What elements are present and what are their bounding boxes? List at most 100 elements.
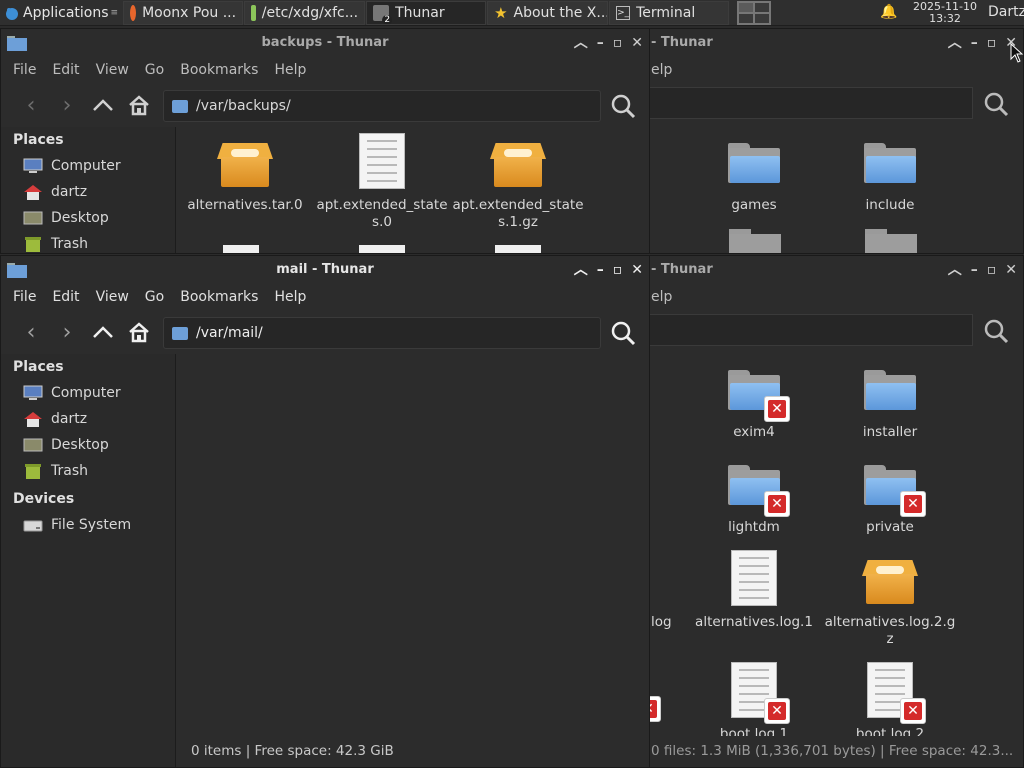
maximize-icon[interactable]: ▫ (987, 256, 997, 284)
titlebar[interactable]: backups - Thunar ︿ – ▫ ✕ (1, 29, 649, 57)
menu-help[interactable]: elp (651, 62, 672, 78)
search-icon[interactable] (609, 92, 637, 120)
menu-view[interactable]: View (96, 289, 129, 305)
file-view[interactable]: alternatives.tar.0 apt.extended_states.0… (177, 127, 649, 253)
maximize-icon[interactable]: ▫ (613, 29, 623, 57)
parent-folder-icon[interactable] (89, 318, 117, 346)
close-icon[interactable]: ✕ (631, 29, 643, 57)
search-icon[interactable] (609, 319, 637, 347)
file-item[interactable]: ✕ boot.log.1 (686, 662, 822, 743)
workspace-2[interactable] (754, 1, 771, 13)
forward-arrow-icon[interactable]: › (53, 318, 81, 346)
forward-arrow-icon[interactable]: › (53, 91, 81, 119)
menu-bookmarks[interactable]: Bookmarks (180, 289, 258, 305)
minimize-icon[interactable]: – (971, 29, 978, 57)
file-item[interactable]: alternatives.log.1 (686, 550, 822, 631)
file-item[interactable]: apt.extended_states.1.gz (450, 133, 586, 231)
file-view-empty[interactable] (177, 354, 649, 736)
menu-help[interactable]: elp (651, 289, 672, 305)
titlebar[interactable]: - Thunar ︿ – ▫ ✕ (649, 256, 1023, 284)
sidebar-item-home[interactable]: dartz (1, 406, 175, 432)
locked-icon: ✕ (900, 491, 926, 517)
minimize-chevron-icon[interactable]: ︿ (948, 256, 962, 284)
workspace-3[interactable] (738, 12, 755, 24)
sidebar-item-computer[interactable]: Computer (1, 380, 175, 406)
window-right-top[interactable]: - Thunar ︿ – ▫ ✕ elp games include (648, 28, 1024, 254)
workspace-switcher[interactable] (737, 0, 772, 25)
file-item[interactable]: apt.extended_states.0 (314, 133, 450, 231)
sidebar-item-desktop[interactable]: Desktop (1, 205, 175, 231)
minimize-icon[interactable]: – (971, 256, 978, 284)
sidebar-item-home[interactable]: dartz (1, 179, 175, 205)
menu-help[interactable]: Help (274, 289, 306, 305)
task-thunar[interactable]: 2 Thunar (366, 0, 487, 25)
file-item[interactable]: ✕ boot.log.2 (822, 662, 958, 743)
menu-bookmarks[interactable]: Bookmarks (180, 62, 258, 78)
minimize-icon[interactable]: – (597, 29, 604, 57)
back-arrow-icon[interactable]: ‹ (17, 91, 45, 119)
minimize-icon[interactable]: – (597, 256, 604, 284)
window-right-bottom[interactable]: - Thunar ︿ – ▫ ✕ elp ✕ exim4 installer ✕ li… (648, 255, 1024, 768)
locked-icon: ✕ (764, 491, 790, 517)
path-entry[interactable] (649, 87, 973, 119)
task-about[interactable]: ★ About the X... (487, 0, 609, 25)
sidebar-item-trash[interactable]: Trash (1, 231, 175, 253)
file-item[interactable]: ✕ lightdm (686, 455, 822, 536)
location-entry[interactable]: /var/mail/ (163, 317, 601, 349)
sidebar-item-desktop[interactable]: Desktop (1, 432, 175, 458)
task-firefox[interactable]: Moonx Pou ... (123, 0, 244, 25)
file-item[interactable]: include (822, 133, 958, 214)
minimize-chevron-icon[interactable]: ︿ (948, 29, 962, 57)
search-icon[interactable] (983, 318, 1009, 344)
sidebar-item-filesystem[interactable]: File System (1, 512, 175, 538)
applications-menu[interactable]: Applications ≡ (0, 0, 122, 26)
sidebar-item-label: Computer (51, 385, 121, 401)
menubar: File Edit View Go Bookmarks Help (1, 57, 649, 83)
close-icon[interactable]: ✕ (631, 256, 643, 284)
menu-go[interactable]: Go (145, 62, 164, 78)
workspace-4[interactable] (754, 12, 771, 24)
task-terminal[interactable]: >_ Terminal (609, 0, 730, 25)
notification-bell-icon[interactable]: 🔔 (880, 4, 897, 20)
file-item[interactable]: alternatives.log.2.gz (822, 550, 958, 648)
close-icon[interactable]: ✕ (1005, 256, 1017, 284)
window-mail[interactable]: mail - Thunar ︿ – ▫ ✕ File Edit View Go Boo… (0, 255, 650, 768)
menu-file[interactable]: File (13, 62, 36, 78)
maximize-icon[interactable]: ▫ (613, 256, 623, 284)
task-text-editor[interactable]: /etc/xdg/xfc... (244, 0, 366, 25)
computer-icon (23, 158, 43, 173)
home-icon[interactable] (125, 318, 153, 346)
home-folder-icon (24, 185, 42, 200)
window-title: - Thunar (651, 35, 713, 50)
window-backups[interactable]: backups - Thunar ︿ – ▫ ✕ File Edit View Go … (0, 28, 650, 254)
titlebar[interactable]: - Thunar ︿ – ▫ ✕ (649, 29, 1023, 57)
file-item[interactable]: installer (822, 360, 958, 441)
sidebar-item-computer[interactable]: Computer (1, 153, 175, 179)
location-entry[interactable]: /var/backups/ (163, 90, 601, 122)
menu-edit[interactable]: Edit (52, 289, 79, 305)
shade-icon[interactable]: ︿ (574, 29, 588, 57)
home-icon[interactable] (125, 91, 153, 119)
file-name[interactable]: log (651, 614, 672, 630)
maximize-icon[interactable]: ▫ (987, 29, 997, 57)
file-item[interactable]: games (686, 133, 822, 214)
menu-file[interactable]: File (13, 289, 36, 305)
menu-go[interactable]: Go (145, 289, 164, 305)
workspace-1[interactable] (738, 1, 755, 13)
back-arrow-icon[interactable]: ‹ (17, 318, 45, 346)
clock[interactable]: 2025-11-10 13:32 (906, 0, 984, 25)
path-entry[interactable] (649, 314, 973, 346)
file-item[interactable]: ✕ private (822, 455, 958, 536)
titlebar[interactable]: mail - Thunar ︿ – ▫ ✕ (1, 256, 649, 284)
user-menu[interactable]: Dartz (988, 4, 1024, 20)
sidebar-item-trash[interactable]: Trash (1, 458, 175, 484)
parent-folder-icon[interactable] (89, 91, 117, 119)
file-item[interactable]: ✕ exim4 (686, 360, 822, 441)
menu-help[interactable]: Help (274, 62, 306, 78)
terminal-icon: >_ (616, 5, 631, 20)
menu-edit[interactable]: Edit (52, 62, 79, 78)
shade-icon[interactable]: ︿ (574, 256, 588, 284)
menu-view[interactable]: View (96, 62, 129, 78)
file-item[interactable]: alternatives.tar.0 (177, 133, 313, 214)
search-icon[interactable] (983, 91, 1009, 117)
